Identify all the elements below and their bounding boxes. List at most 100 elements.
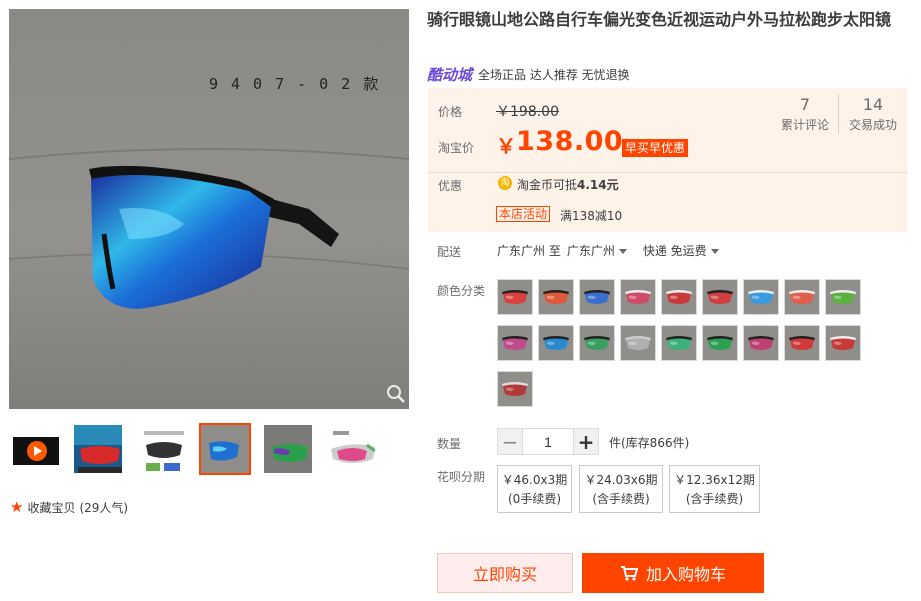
color-swatch-5[interactable] bbox=[661, 279, 697, 315]
thumbnail-4-selected[interactable] bbox=[199, 423, 251, 475]
shop-activity-text: 满138减10 bbox=[560, 209, 623, 223]
zoom-icon[interactable] bbox=[385, 383, 407, 405]
color-swatch-11[interactable] bbox=[538, 325, 574, 361]
color-swatch-16[interactable] bbox=[743, 325, 779, 361]
price-panel: 价格 ￥198.00 淘宝价 ￥ 138.00 早买早优惠 7 累计评论 14 … bbox=[428, 88, 907, 232]
color-swatch-6[interactable] bbox=[702, 279, 738, 315]
coin-discount-text: 淘金币可抵4.14元 bbox=[517, 176, 619, 193]
sunglasses-swatch-image bbox=[498, 372, 532, 406]
sunglasses-swatch-image bbox=[539, 326, 573, 360]
discount-label: 优惠 bbox=[438, 179, 463, 193]
sunglasses-swatch-image bbox=[498, 280, 532, 314]
currency-symbol: ￥ bbox=[496, 134, 516, 158]
sunglasses-swatch-image bbox=[580, 326, 614, 360]
installment-option-12[interactable]: ￥12.36x12期 (含手续费) bbox=[669, 465, 760, 513]
sunglasses-swatch-image bbox=[826, 280, 860, 314]
sales-count-number: 14 bbox=[862, 95, 884, 114]
favorite-count: (29人气) bbox=[79, 501, 129, 515]
installment-option-fee: (0手续费) bbox=[508, 492, 561, 506]
quantity-decrease-button[interactable]: − bbox=[497, 428, 523, 455]
buy-now-button[interactable]: 立即购买 bbox=[437, 553, 573, 593]
color-swatch-3[interactable] bbox=[579, 279, 615, 315]
stock-text: 件(库存866件) bbox=[609, 436, 690, 450]
review-count-number: 7 bbox=[799, 95, 811, 114]
color-swatch-2[interactable] bbox=[538, 279, 574, 315]
delivery-from: 广东广州 至 bbox=[497, 244, 561, 258]
add-to-cart-label: 加入购物车 bbox=[645, 565, 726, 584]
shop-promo-text: 全场正品 达人推荐 无忧退换 bbox=[478, 68, 630, 82]
sunglasses-swatch-image bbox=[580, 280, 614, 314]
main-product-image[interactable]: 9407-02款 bbox=[9, 9, 409, 409]
chevron-down-icon bbox=[618, 249, 627, 254]
delivery-method: 快递 免运费 bbox=[642, 244, 707, 258]
color-swatch-18[interactable] bbox=[825, 325, 861, 361]
color-swatch-12[interactable] bbox=[579, 325, 615, 361]
product-title: 骑行眼镜山地公路自行车偏光变色近视运动户外马拉松跑步太阳镜 bbox=[427, 10, 892, 29]
sales-count-label: 交易成功 bbox=[848, 118, 897, 132]
color-swatch-17[interactable] bbox=[784, 325, 820, 361]
installment-option-amount: ￥12.36x12期 bbox=[674, 473, 755, 487]
delivery-row: 广东广州 至 广东广州 快递 免运费 bbox=[497, 242, 719, 259]
installment-option-6[interactable]: ￥24.03x6期 (含手续费) bbox=[579, 465, 663, 513]
color-swatch-4[interactable] bbox=[620, 279, 656, 315]
image-watermark: 9407-02款 bbox=[209, 75, 392, 93]
thumbnail-5[interactable] bbox=[262, 423, 314, 475]
thumbnail-video[interactable] bbox=[9, 423, 61, 475]
color-swatch-13[interactable] bbox=[620, 325, 656, 361]
taobao-price-label: 淘宝价 bbox=[438, 141, 475, 155]
sunglasses-swatch-image bbox=[621, 280, 655, 314]
thumbnail-strip bbox=[9, 423, 409, 477]
review-count-label: 累计评论 bbox=[780, 118, 829, 132]
color-label: 颜色分类 bbox=[437, 284, 486, 298]
delivery-to: 广东广州 bbox=[566, 244, 615, 258]
current-price: 138.00 bbox=[516, 126, 624, 157]
sunglasses-swatch-image bbox=[744, 280, 778, 314]
price-divider bbox=[428, 172, 907, 173]
delivery-to-select[interactable]: 广东广州 bbox=[567, 242, 627, 259]
cart-icon bbox=[620, 566, 638, 581]
shop-brand-logo[interactable]: 酷动城 bbox=[427, 64, 472, 85]
color-swatch-10[interactable] bbox=[497, 325, 533, 361]
sunglasses-swatch-image bbox=[785, 326, 819, 360]
shop-promo: 酷动城 全场正品 达人推荐 无忧退换 bbox=[427, 64, 630, 85]
sunglasses-swatch-image bbox=[744, 326, 778, 360]
color-swatch-9[interactable] bbox=[825, 279, 861, 315]
shop-activity-badge: 本店活动 bbox=[496, 206, 551, 222]
color-swatch-7[interactable] bbox=[743, 279, 779, 315]
color-swatch-15[interactable] bbox=[702, 325, 738, 361]
quantity-input[interactable] bbox=[523, 428, 573, 455]
sunglasses-swatch-image bbox=[703, 280, 737, 314]
color-swatch-8[interactable] bbox=[784, 279, 820, 315]
installment-option-3[interactable]: ￥46.0x3期 (0手续费) bbox=[497, 465, 572, 513]
quantity-increase-button[interactable]: + bbox=[573, 428, 599, 455]
sunglasses-photo bbox=[9, 9, 409, 409]
star-icon: ★ bbox=[10, 498, 24, 516]
coin-discount-prefix: 淘金币可抵 bbox=[517, 178, 578, 192]
review-count[interactable]: 7 累计评论 bbox=[780, 94, 830, 133]
taobao-coin-icon: 淘 bbox=[498, 176, 512, 190]
coin-discount-amount: 4.14元 bbox=[577, 178, 619, 192]
delivery-label: 配送 bbox=[437, 245, 462, 259]
sales-count[interactable]: 14 交易成功 bbox=[847, 94, 899, 133]
color-swatch-19[interactable] bbox=[497, 371, 533, 407]
stat-divider bbox=[838, 94, 839, 134]
sunglasses-swatch-image bbox=[785, 280, 819, 314]
quantity-label: 数量 bbox=[437, 437, 462, 451]
color-swatch-1[interactable] bbox=[497, 279, 533, 315]
thumbnail-2[interactable] bbox=[72, 423, 124, 475]
early-bird-tag: 早买早优惠 bbox=[622, 139, 689, 157]
color-swatch-14[interactable] bbox=[661, 325, 697, 361]
sunglasses-swatch-image bbox=[662, 280, 696, 314]
add-to-cart-button[interactable]: 加入购物车 bbox=[582, 553, 764, 593]
favorite-link[interactable]: ★ 收藏宝贝 (29人气) bbox=[10, 499, 128, 516]
delivery-method-select[interactable]: 快递 免运费 bbox=[643, 242, 719, 259]
installment-option-amount: ￥24.03x6期 bbox=[584, 473, 658, 487]
thumbnail-3[interactable] bbox=[136, 423, 188, 475]
sunglasses-swatch-image bbox=[498, 326, 532, 360]
installment-option-amount: ￥46.0x3期 bbox=[501, 473, 568, 487]
sunglasses-swatch-image bbox=[703, 326, 737, 360]
original-price: ￥198.00 bbox=[496, 104, 559, 120]
quantity-stepper: − + bbox=[497, 428, 599, 455]
thumbnail-6[interactable] bbox=[325, 423, 377, 475]
installment-label: 花呗分期 bbox=[437, 470, 486, 484]
